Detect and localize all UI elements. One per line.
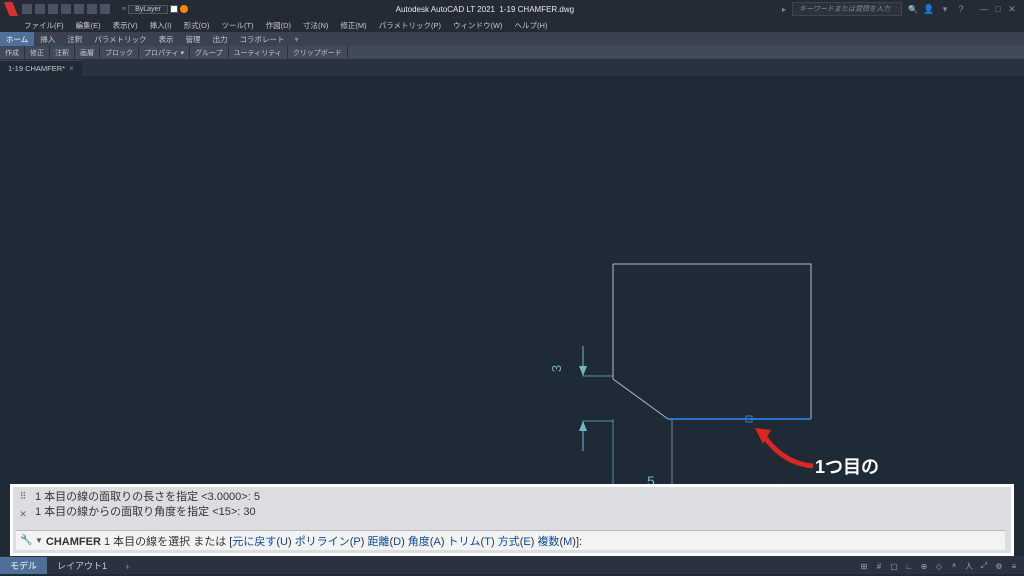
menu-bar: ファイル(F) 編集(E) 表示(V) 挿入(I) 形式(O) ツール(T) 作… (0, 18, 1024, 32)
menu-modify[interactable]: 修正(M) (336, 20, 370, 31)
maximize-button[interactable]: □ (992, 3, 1004, 15)
panel-create[interactable]: 作成 (0, 46, 25, 59)
menu-dimension[interactable]: 寸法(N) (299, 20, 332, 31)
ribbon-tab-manage[interactable]: 管理 (180, 32, 207, 46)
command-window: ⠿ ✕ 1 本目の線の面取りの長さを指定 <3.0000>: 5 1 本目の線か… (10, 484, 1014, 556)
panel-properties[interactable]: プロパティ ▾ (139, 46, 190, 59)
panel-utilities[interactable]: ユーティリティ (229, 46, 288, 59)
menu-insert[interactable]: 挿入(I) (146, 20, 176, 31)
help-icon[interactable]: ? (956, 4, 966, 14)
layer-color-swatch-icon[interactable] (170, 5, 178, 13)
quick-access-toolbar (22, 4, 110, 14)
dimension-vertical (548, 346, 618, 461)
menu-help[interactable]: ヘルプ(H) (511, 20, 552, 31)
status-menu-icon[interactable]: ≡ (1008, 560, 1020, 572)
ribbon-panels: 作成 修正 注釈 画層 ブロック プロパティ ▾ グループ ユーティリティ クリ… (0, 46, 1024, 60)
new-icon[interactable] (22, 4, 32, 14)
panel-layers[interactable]: 画層 (75, 46, 100, 59)
command-grip-icon[interactable]: ⠿ (20, 491, 27, 502)
drawing-canvas[interactable]: 3 5 1つ目の オブジェクトを選択 ⠿ ✕ 1 本目の線の面取りの長さを指定 … (0, 76, 1024, 576)
redo-icon[interactable] (100, 4, 110, 14)
ribbon-tab-output[interactable]: 出力 (207, 32, 234, 46)
ribbon-tab-annotate[interactable]: 注釈 (61, 32, 88, 46)
status-scale-icon[interactable]: ⤢ (978, 560, 990, 572)
panel-group[interactable]: グループ (190, 46, 229, 59)
menu-file[interactable]: ファイル(F) (20, 20, 68, 31)
title-bar: ≡ ByLayer Autodesk AutoCAD LT 2021 1-19 … (0, 0, 1024, 18)
ribbon-tab-collaborate[interactable]: コラボレート (234, 32, 291, 46)
ribbon-tab-home[interactable]: ホーム (0, 32, 34, 46)
panel-modify[interactable]: 修正 (25, 46, 50, 59)
status-bar: ⊞ # ▢ ∟ ⊕ ◇ ᴬ 人 ⤢ ⚙ ≡ (858, 558, 1020, 574)
file-tab-close-icon[interactable]: × (69, 64, 74, 73)
panel-clipboard[interactable]: クリップボード (288, 46, 348, 59)
status-gear-icon[interactable]: ⚙ (993, 560, 1005, 572)
command-close-icon[interactable]: ✕ (19, 509, 27, 520)
command-history: 1 本目の線の面取りの長さを指定 <3.0000>: 5 1 本目の線からの面取… (35, 490, 1005, 520)
file-tabs: 1-19 CHAMFER* × (0, 60, 1024, 76)
status-grid-icon[interactable]: # (873, 560, 885, 572)
close-button[interactable]: ✕ (1006, 3, 1018, 15)
command-history-line: 1 本目の線の面取りの長さを指定 <3.0000>: 5 (35, 490, 1005, 505)
status-person-icon[interactable]: 人 (963, 560, 975, 572)
menu-tools[interactable]: ツール(T) (218, 20, 258, 31)
command-line[interactable]: 🔧 ▼ CHAMFER 1 本目の線を選択 または [元に戻す(U) ポリライン… (16, 530, 1005, 550)
search-icon[interactable]: 🔍 (908, 4, 918, 14)
app-menu-icon[interactable]: ▾ (940, 4, 950, 14)
plot-icon[interactable] (74, 4, 84, 14)
menu-draw[interactable]: 作図(D) (262, 20, 295, 31)
status-text-icon[interactable]: ᴬ (948, 560, 960, 572)
status-snap-icon[interactable]: ▢ (888, 560, 900, 572)
menu-edit[interactable]: 編集(E) (72, 20, 105, 31)
search-input[interactable]: キーワードまたは質問を入力 (792, 2, 902, 16)
panel-block[interactable]: ブロック (100, 46, 139, 59)
panel-annotate[interactable]: 注釈 (50, 46, 75, 59)
command-prompt-text: CHAMFER 1 本目の線を選択 または [元に戻す(U) ポリライン(P) … (46, 533, 582, 549)
file-tab[interactable]: 1-19 CHAMFER* × (0, 60, 82, 76)
save-icon[interactable] (48, 4, 58, 14)
undo-icon[interactable] (87, 4, 97, 14)
tab-layout1[interactable]: レイアウト1 (47, 557, 117, 574)
ribbon-tab-parametric[interactable]: パラメトリック (88, 32, 152, 46)
ribbon-tab-insert[interactable]: 挿入 (34, 32, 61, 46)
status-ortho-icon[interactable]: ∟ (903, 560, 915, 572)
minimize-button[interactable]: — (978, 3, 990, 15)
ribbon-tabs: ホーム 挿入 注釈 パラメトリック 表示 管理 出力 コラボレート ▾ (0, 32, 1024, 46)
dimension-value-3: 3 (549, 365, 564, 372)
wrench-icon: 🔧 (20, 535, 32, 547)
tab-model[interactable]: モデル (0, 557, 47, 574)
menu-format[interactable]: 形式(O) (180, 20, 214, 31)
menu-view[interactable]: 表示(V) (109, 20, 142, 31)
status-polar-icon[interactable]: ⊕ (918, 560, 930, 572)
add-layout-button[interactable]: + (117, 560, 138, 574)
layer-name: ByLayer (128, 5, 168, 14)
menu-window[interactable]: ウィンドウ(W) (449, 20, 507, 31)
ribbon-expand-icon[interactable]: ▾ (291, 35, 303, 44)
menu-parametric[interactable]: パラメトリック(P) (375, 20, 445, 31)
status-model-icon[interactable]: ⊞ (858, 560, 870, 572)
open-icon[interactable] (35, 4, 45, 14)
drawing-rectangle (613, 264, 813, 429)
ribbon-tab-view[interactable]: 表示 (153, 32, 180, 46)
command-history-line: 1 本目の線からの面取り角度を指定 <15>: 30 (35, 505, 1005, 520)
dropdown-icon[interactable]: ▼ (35, 536, 43, 545)
layer-lineweight-icon[interactable] (180, 5, 188, 13)
autocad-logo-icon (4, 2, 18, 16)
saveas-icon[interactable] (61, 4, 71, 14)
file-tab-label: 1-19 CHAMFER* (8, 64, 65, 73)
layer-selector[interactable]: ≡ ByLayer (122, 5, 188, 14)
status-osnap-icon[interactable]: ◇ (933, 560, 945, 572)
window-title: Autodesk AutoCAD LT 2021 1-19 CHAMFER.dw… (188, 5, 782, 14)
signin-icon[interactable]: 👤 (924, 4, 934, 14)
